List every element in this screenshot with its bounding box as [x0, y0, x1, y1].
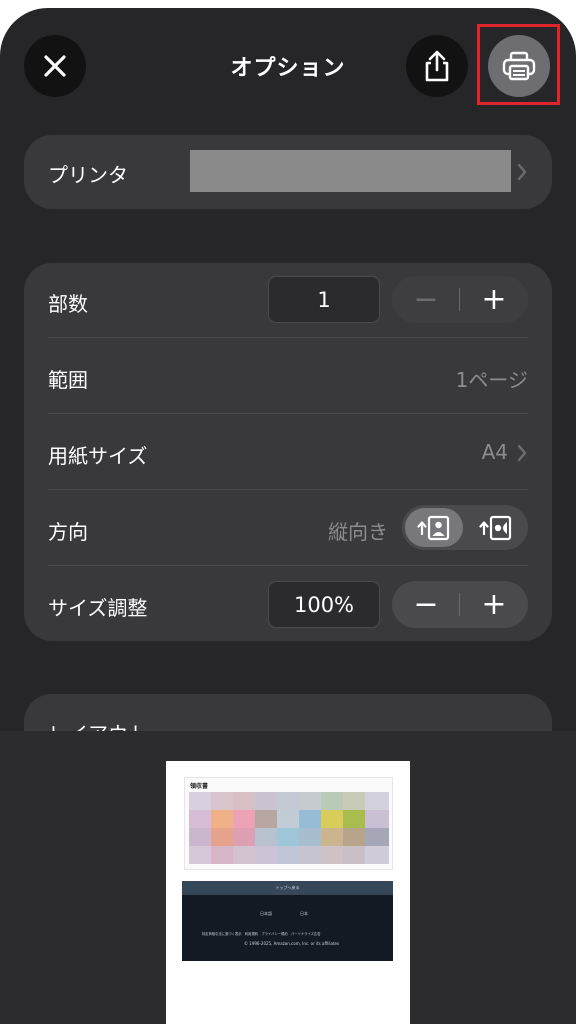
scale-input[interactable]: 100% — [268, 581, 380, 628]
scale-label: サイズ調整 — [48, 596, 148, 620]
landscape-icon — [479, 515, 512, 540]
preview-back-to-top: トップへ戻る — [182, 881, 393, 895]
preview-footer-links: 特定商取引法に基づく表示 利用規約 プライバシー規約 パーソナライズ広告 — [202, 932, 321, 936]
printer-label: プリンタ — [48, 163, 128, 187]
orientation-label: 方向 — [48, 520, 88, 544]
preview-mosaic-image — [189, 792, 389, 864]
landscape-option[interactable] — [467, 508, 525, 547]
preview-language: 日本語 — [260, 911, 272, 916]
divider — [48, 337, 528, 338]
range-label: 範囲 — [48, 368, 88, 392]
copies-input[interactable]: 1 — [268, 276, 380, 323]
copies-label: 部数 — [48, 292, 88, 316]
portrait-option[interactable] — [405, 508, 463, 547]
divider — [48, 413, 528, 414]
orientation-segmented-control — [402, 505, 528, 550]
print-options-sheet: オプション プリンタ 部数 1 − + 範囲 1ページ 用紙サイズ A4 方向 … — [0, 8, 576, 1024]
printer-name-redacted — [190, 150, 511, 192]
divider — [48, 565, 528, 566]
print-preview-area: 領収書 トップへ戻る 日本語 日本 特定商取引法に基づく表示 利用規約 プライバ… — [0, 731, 576, 1024]
paper-size-label: 用紙サイズ — [48, 444, 148, 468]
scale-increment-button[interactable]: + — [460, 581, 528, 628]
preview-doc-title: 領収書 — [190, 783, 209, 790]
divider — [48, 489, 528, 490]
range-value[interactable]: 1ページ — [456, 364, 528, 393]
preview-region: 日本 — [300, 911, 308, 916]
paper-size-value[interactable]: A4 — [482, 440, 508, 464]
copies-stepper: − + — [392, 276, 528, 323]
chevron-right-icon — [517, 444, 527, 462]
settings-card: 部数 1 − + 範囲 1ページ 用紙サイズ A4 方向 縦向き サイズ調整 1… — [24, 263, 552, 641]
printer-row[interactable]: プリンタ — [24, 135, 552, 209]
scale-decrement-button[interactable]: − — [392, 581, 460, 628]
preview-copyright: © 1996-2025, Amazon.com, Inc. or its aff… — [244, 941, 340, 946]
preview-page[interactable]: 領収書 トップへ戻る 日本語 日本 特定商取引法に基づく表示 利用規約 プライバ… — [166, 761, 410, 1024]
copies-increment-button[interactable]: + — [460, 276, 528, 323]
share-icon — [425, 50, 449, 82]
preview-receipt-card: 領収書 — [184, 777, 393, 870]
share-button[interactable] — [406, 35, 468, 97]
copies-decrement-button[interactable]: − — [392, 276, 460, 323]
orientation-value: 縦向き — [328, 520, 388, 544]
print-button-highlight — [477, 24, 560, 105]
chevron-right-icon — [517, 163, 527, 181]
preview-site-footer: トップへ戻る 日本語 日本 特定商取引法に基づく表示 利用規約 プライバシー規約… — [182, 881, 393, 961]
scale-stepper: − + — [392, 581, 528, 628]
portrait-icon — [417, 515, 450, 540]
